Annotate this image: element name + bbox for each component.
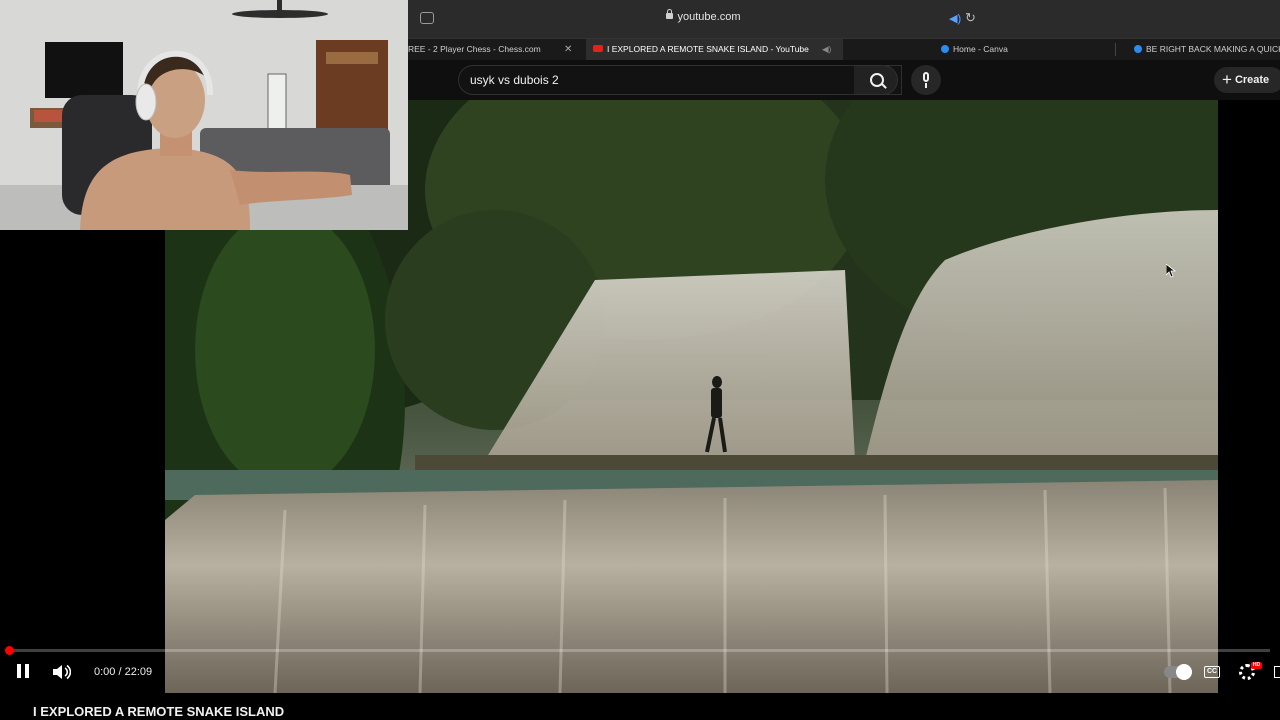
reload-icon[interactable]: ↻ bbox=[965, 10, 976, 26]
browser-chrome: youtube.com ◀) ↻ REE - 2 Player Chess - … bbox=[408, 0, 1280, 100]
hd-badge: HD bbox=[1251, 662, 1262, 669]
close-tab-icon[interactable]: ✕ bbox=[564, 39, 572, 60]
search-query-text: usyk vs dubois 2 bbox=[470, 73, 559, 87]
webcam-feed-image bbox=[0, 0, 408, 230]
tab-chess[interactable]: REE - 2 Player Chess - Chess.com bbox=[408, 39, 558, 60]
tab-audio-icon[interactable]: ◀) bbox=[822, 39, 831, 60]
progress-bar[interactable] bbox=[10, 649, 1270, 652]
microphone-stand bbox=[925, 83, 927, 88]
scrubber-handle[interactable] bbox=[5, 646, 14, 655]
volume-icon[interactable] bbox=[53, 665, 71, 679]
webcam-overlay bbox=[0, 0, 408, 230]
pause-icon[interactable] bbox=[17, 664, 29, 678]
subtitles-icon[interactable]: CC bbox=[1204, 666, 1220, 678]
autoplay-toggle[interactable] bbox=[1164, 664, 1192, 680]
youtube-favicon-icon bbox=[593, 45, 603, 53]
speaker-icon[interactable]: ◀) bbox=[949, 12, 961, 25]
youtube-header: usyk vs dubois 2 ✕ +Create bbox=[408, 60, 1280, 100]
tab-divider bbox=[1115, 43, 1116, 56]
video-title: I EXPLORED A REMOTE SNAKE ISLAND bbox=[33, 704, 285, 719]
tab-youtube[interactable]: I EXPLORED A REMOTE SNAKE ISLAND - YouTu… bbox=[586, 39, 843, 60]
tab-brb[interactable]: BE RIGHT BACK MAKING A QUICK bbox=[1134, 39, 1280, 60]
canva-favicon-icon bbox=[941, 44, 949, 53]
miniplayer-icon[interactable] bbox=[1274, 666, 1280, 678]
voice-search-button[interactable] bbox=[911, 65, 941, 95]
tab-canva[interactable]: Home - Canva bbox=[941, 39, 1051, 60]
search-input[interactable]: usyk vs dubois 2 ✕ bbox=[458, 65, 902, 95]
tab-bar: REE - 2 Player Chess - Chess.com ✕ I EXP… bbox=[408, 38, 1280, 60]
search-button[interactable] bbox=[854, 65, 898, 95]
create-button[interactable]: + Create bbox=[1214, 67, 1280, 93]
plus-icon: + bbox=[1222, 70, 1232, 89]
time-display: 0:00 / 22:09 bbox=[94, 666, 153, 678]
lock-icon bbox=[665, 9, 673, 19]
microphone-icon bbox=[923, 72, 929, 82]
address-bar[interactable]: youtube.com ◀) ↻ bbox=[408, 0, 1280, 38]
canva-favicon-icon bbox=[1134, 44, 1142, 53]
mouse-cursor-icon bbox=[1166, 264, 1176, 278]
address-url[interactable]: youtube.com bbox=[408, 9, 998, 23]
search-icon bbox=[870, 73, 884, 87]
